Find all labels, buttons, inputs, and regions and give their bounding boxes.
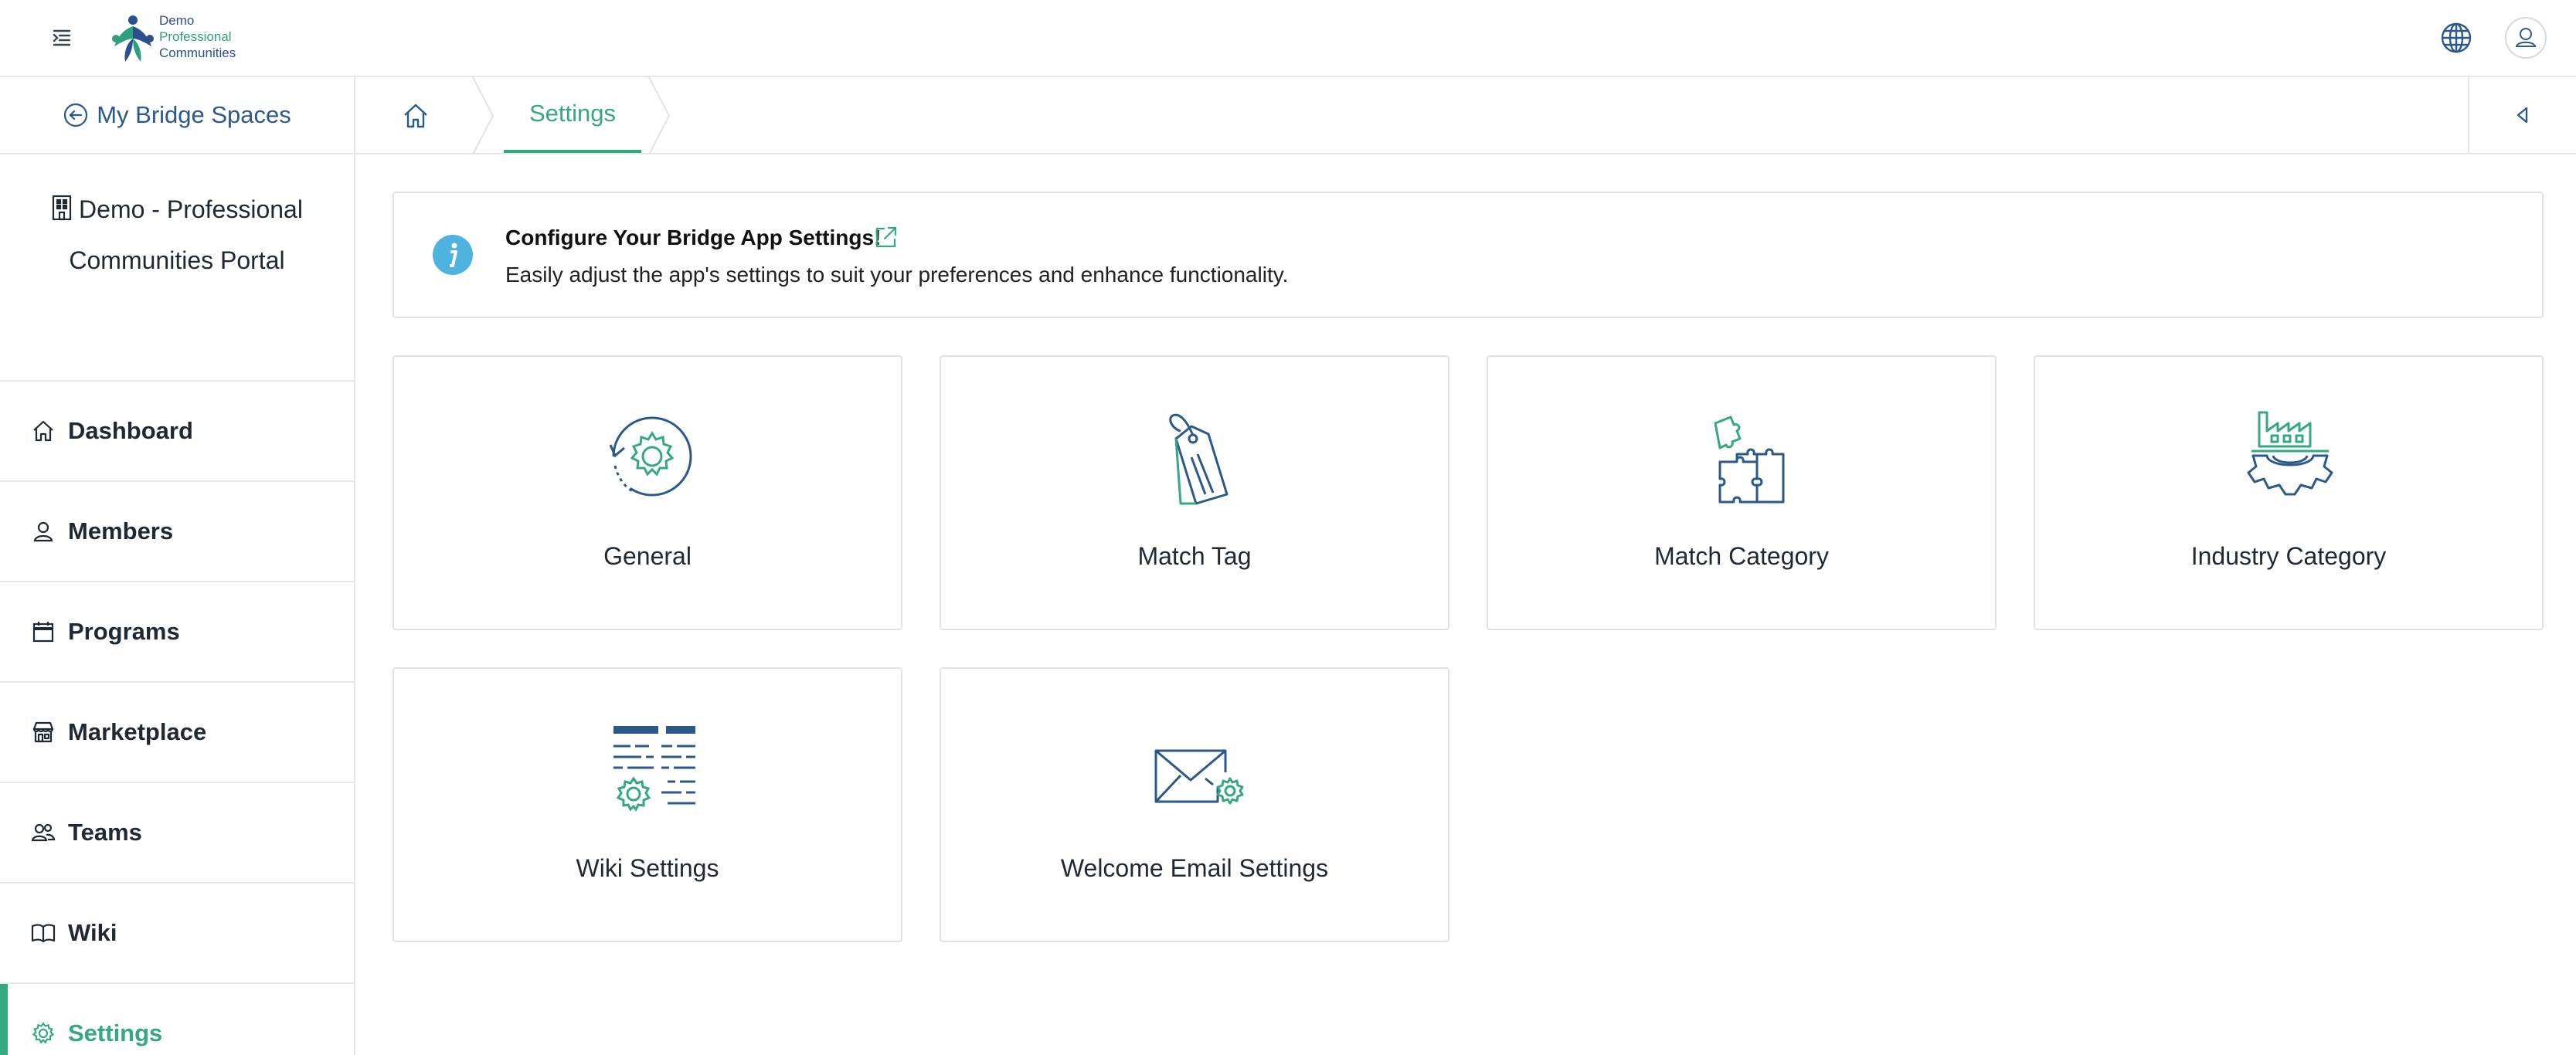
- general-settings-icon: [609, 416, 692, 497]
- sidebar-item-label: Marketplace: [68, 718, 207, 745]
- sidebar-item-settings[interactable]: Settings: [0, 984, 354, 1055]
- portal-name: Demo - Professional Communities Portal: [0, 154, 354, 382]
- card-match-tag[interactable]: Match Tag: [940, 355, 1449, 630]
- caret-left-icon: [2517, 107, 2528, 124]
- card-welcome-email-settings[interactable]: Welcome Email Settings: [940, 667, 1449, 942]
- language-globe-icon[interactable]: [2437, 19, 2476, 57]
- sidebar-item-marketplace[interactable]: Marketplace: [0, 683, 354, 783]
- collapse-panel-button[interactable]: [2468, 77, 2576, 153]
- sidebar-item-label: Dashboard: [68, 417, 193, 444]
- back-arrow-circle-icon: [64, 103, 88, 127]
- card-label: Match Tag: [1137, 542, 1252, 570]
- card-label: Match Category: [1654, 542, 1829, 570]
- building-icon: [52, 195, 72, 221]
- sidebar-item-label: Programs: [68, 618, 180, 645]
- breadcrumb: Settings: [355, 77, 2576, 154]
- sidebar: My Bridge Spaces Demo - Professional Com…: [0, 77, 355, 1055]
- app-logo[interactable]: Demo Professional Communities: [108, 9, 240, 68]
- menu-toggle-icon[interactable]: [46, 22, 77, 53]
- puzzle-icon: [1714, 416, 1785, 504]
- sidebar-item-members[interactable]: Members: [0, 482, 354, 582]
- sidebar-item-label: Wiki: [68, 919, 117, 946]
- external-link-icon[interactable]: [873, 224, 899, 250]
- breadcrumb-current: Settings: [504, 77, 641, 153]
- user-icon: [33, 521, 53, 542]
- banner-title: Configure Your Bridge App Settings!: [505, 226, 882, 249]
- card-label: Industry Category: [2190, 542, 2387, 570]
- logo-line-1: Demo: [159, 13, 195, 28]
- wiki-settings-icon: [613, 726, 695, 812]
- info-banner: Configure Your Bridge App Settings! Easi…: [393, 192, 2544, 318]
- sidebar-item-label: Members: [68, 517, 174, 544]
- breadcrumb-separator: [648, 77, 671, 154]
- email-settings-icon: [1154, 749, 1244, 805]
- back-link-label: My Bridge Spaces: [97, 101, 291, 128]
- sidebar-item-wiki[interactable]: Wiki: [0, 884, 354, 984]
- sidebar-item-label: Settings: [68, 1019, 163, 1047]
- back-to-bridge-spaces-link[interactable]: My Bridge Spaces: [0, 77, 354, 154]
- breadcrumb-separator: [472, 77, 494, 154]
- logo-line-3: Communities: [159, 46, 236, 60]
- store-icon: [32, 721, 54, 743]
- book-icon: [31, 924, 56, 943]
- top-header: Demo Professional Communities: [0, 0, 2576, 77]
- team-icon: [31, 823, 56, 842]
- breadcrumb-home-icon[interactable]: [399, 99, 433, 133]
- card-match-category[interactable]: Match Category: [1487, 355, 1997, 630]
- logo-line-2: Professional: [159, 29, 232, 44]
- portal-name-line-2: Communities Portal: [69, 246, 285, 274]
- card-label: Welcome Email Settings: [1060, 854, 1329, 882]
- sidebar-item-dashboard[interactable]: Dashboard: [0, 382, 354, 482]
- portal-name-line-1: Demo - Professional: [79, 195, 303, 223]
- banner-description: Easily adjust the app's settings to suit…: [505, 263, 1289, 287]
- card-general[interactable]: General: [393, 355, 902, 630]
- industry-gear-icon: [2247, 411, 2333, 496]
- card-label: Wiki Settings: [576, 854, 719, 882]
- info-icon: [433, 235, 473, 275]
- home-icon: [33, 420, 53, 442]
- sidebar-item-programs[interactable]: Programs: [0, 582, 354, 683]
- sidebar-item-teams[interactable]: Teams: [0, 783, 354, 884]
- card-industry-category[interactable]: Industry Category: [2034, 355, 2544, 630]
- sidebar-item-label: Teams: [68, 819, 142, 846]
- card-label: General: [603, 542, 692, 570]
- tag-icon: [1169, 413, 1229, 505]
- calendar-icon: [32, 622, 54, 643]
- gear-icon: [32, 1022, 55, 1044]
- user-avatar-icon[interactable]: [2505, 17, 2547, 59]
- card-wiki-settings[interactable]: Wiki Settings: [393, 667, 902, 942]
